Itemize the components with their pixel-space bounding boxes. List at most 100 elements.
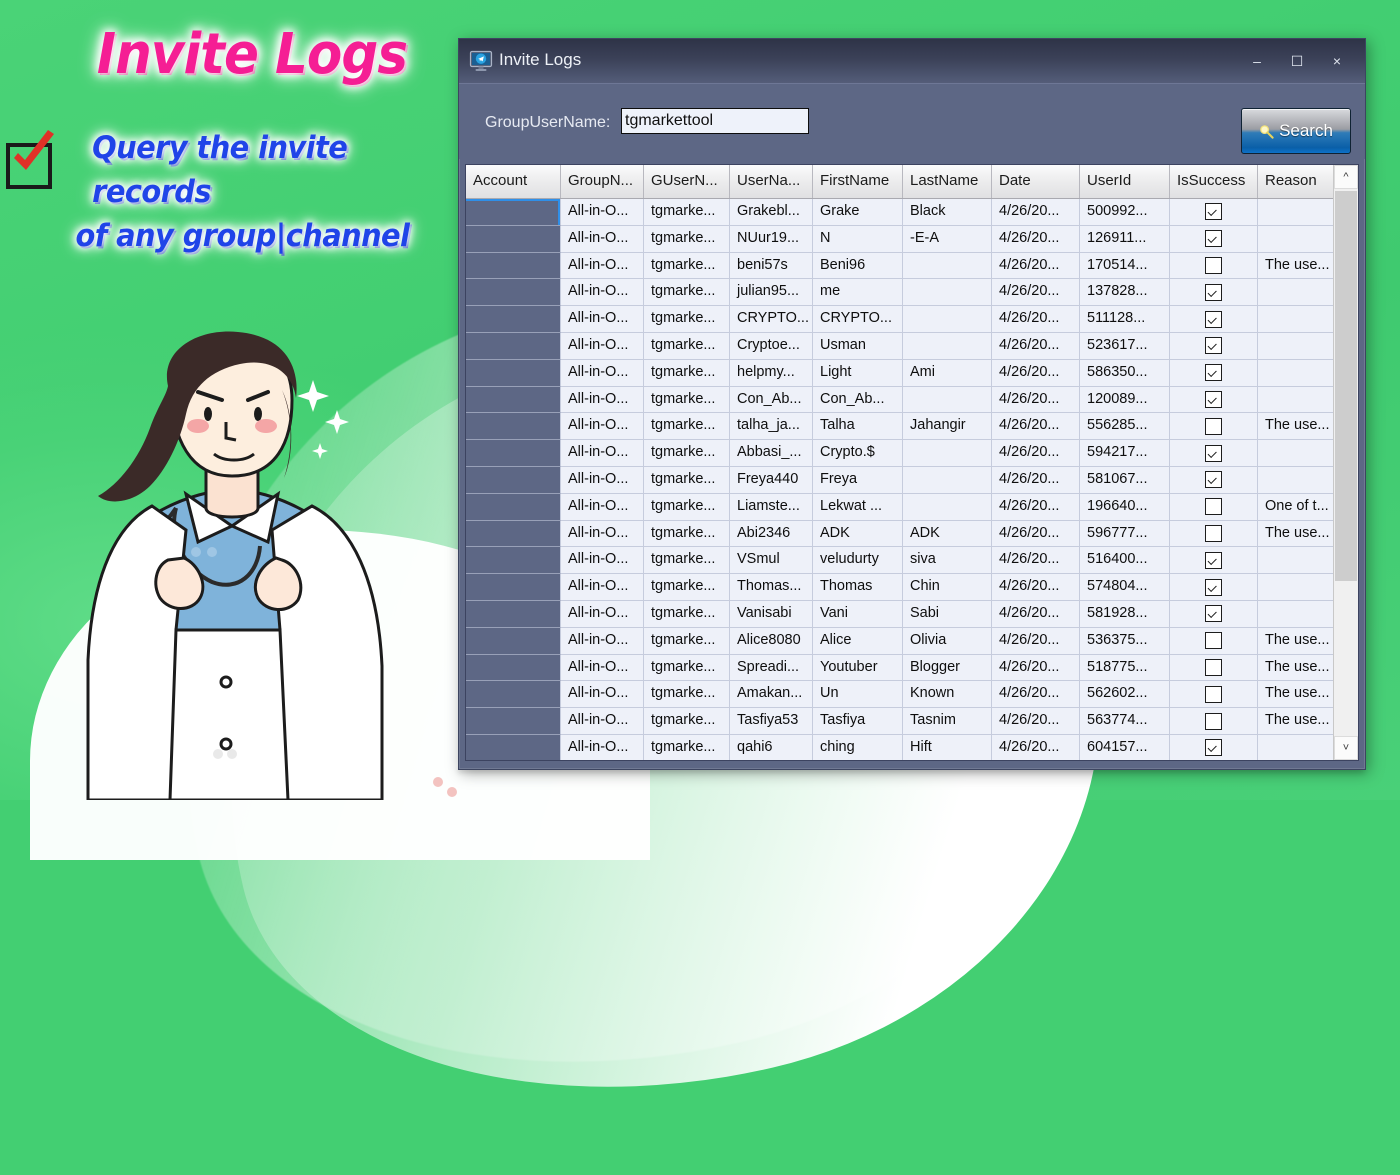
cell-userid[interactable]: 511128... xyxy=(1080,306,1170,333)
cell-issuccess[interactable] xyxy=(1170,225,1258,253)
cell-gusername[interactable]: tgmarke... xyxy=(644,520,730,548)
cell-date[interactable]: 4/26/20... xyxy=(992,386,1080,414)
checkbox-checked-icon[interactable] xyxy=(1205,578,1222,596)
cell-userid[interactable]: 594217... xyxy=(1080,440,1170,467)
minimize-button[interactable]: – xyxy=(1239,47,1275,75)
cell-firstname[interactable]: Crypto.$ xyxy=(813,440,903,467)
cell-account[interactable] xyxy=(466,627,561,655)
cell-groupname[interactable]: All-in-O... xyxy=(561,520,644,548)
cell-username[interactable]: helpmy... xyxy=(730,359,813,387)
cell-firstname[interactable]: Grake xyxy=(813,199,903,226)
cell-account[interactable] xyxy=(466,386,561,414)
cell-groupname[interactable]: All-in-O... xyxy=(561,600,644,628)
cell-username[interactable]: Tasfiya53 xyxy=(730,708,813,735)
cell-userid[interactable]: 170514... xyxy=(1080,252,1170,280)
cell-lastname[interactable] xyxy=(903,466,992,494)
column-header-account[interactable]: Account xyxy=(466,165,561,198)
table-row[interactable]: All-in-O... tgmarke... Abbasi_... Crypto.$ 4… xyxy=(466,440,1358,467)
cell-username[interactable]: CRYPTO... xyxy=(730,306,813,333)
cell-groupname[interactable]: All-in-O... xyxy=(561,654,644,682)
grid-body[interactable]: All-in-O... tgmarke... Grakebl... Grake Blac… xyxy=(466,199,1358,760)
checkbox-unchecked-icon[interactable] xyxy=(1205,712,1222,730)
cell-gusername[interactable]: tgmarke... xyxy=(644,199,730,226)
cell-firstname[interactable]: Lekwat ... xyxy=(813,493,903,521)
cell-issuccess[interactable] xyxy=(1170,734,1258,760)
cell-date[interactable]: 4/26/20... xyxy=(992,225,1080,253)
cell-lastname[interactable]: Black xyxy=(903,199,992,226)
cell-username[interactable]: Spreadi... xyxy=(730,654,813,682)
cell-gusername[interactable]: tgmarke... xyxy=(644,734,730,760)
cell-groupname[interactable]: All-in-O... xyxy=(561,413,644,441)
cell-userid[interactable]: 120089... xyxy=(1080,386,1170,414)
column-header-lastname[interactable]: LastName xyxy=(903,165,992,198)
cell-userid[interactable]: 523617... xyxy=(1080,332,1170,360)
cell-username[interactable]: Abi2346 xyxy=(730,520,813,548)
cell-firstname[interactable]: Light xyxy=(813,359,903,387)
cell-groupname[interactable]: All-in-O... xyxy=(561,252,644,280)
checkbox-unchecked-icon[interactable] xyxy=(1205,685,1222,703)
cell-gusername[interactable]: tgmarke... xyxy=(644,574,730,601)
cell-account[interactable] xyxy=(466,279,561,307)
cell-username[interactable]: Cryptoe... xyxy=(730,332,813,360)
cell-lastname[interactable]: Known xyxy=(903,681,992,709)
cell-gusername[interactable]: tgmarke... xyxy=(644,252,730,280)
cell-lastname[interactable]: Jahangir xyxy=(903,413,992,441)
cell-issuccess[interactable] xyxy=(1170,681,1258,709)
cell-lastname[interactable]: Ami xyxy=(903,359,992,387)
cell-groupname[interactable]: All-in-O... xyxy=(561,306,644,333)
cell-username[interactable]: Alice8080 xyxy=(730,627,813,655)
cell-groupname[interactable]: All-in-O... xyxy=(561,547,644,575)
cell-lastname[interactable]: Chin xyxy=(903,574,992,601)
column-header-userid[interactable]: UserId xyxy=(1080,165,1170,198)
cell-date[interactable]: 4/26/20... xyxy=(992,466,1080,494)
cell-groupname[interactable]: All-in-O... xyxy=(561,386,644,414)
cell-issuccess[interactable] xyxy=(1170,466,1258,494)
cell-firstname[interactable]: Youtuber xyxy=(813,654,903,682)
cell-lastname[interactable]: Olivia xyxy=(903,627,992,655)
cell-date[interactable]: 4/26/20... xyxy=(992,493,1080,521)
cell-username[interactable]: Liamste... xyxy=(730,493,813,521)
cell-date[interactable]: 4/26/20... xyxy=(992,708,1080,735)
cell-firstname[interactable]: Vani xyxy=(813,600,903,628)
close-button[interactable]: × xyxy=(1319,47,1355,75)
cell-groupname[interactable]: All-in-O... xyxy=(561,493,644,521)
table-row[interactable]: All-in-O... tgmarke... talha_ja... Talha Jah… xyxy=(466,413,1358,441)
cell-lastname[interactable]: siva xyxy=(903,547,992,575)
cell-userid[interactable]: 516400... xyxy=(1080,547,1170,575)
cell-gusername[interactable]: tgmarke... xyxy=(644,440,730,467)
table-row[interactable]: All-in-O... tgmarke... beni57s Beni96 4/26/2… xyxy=(466,252,1358,280)
cell-userid[interactable]: 562602... xyxy=(1080,681,1170,709)
cell-userid[interactable]: 581067... xyxy=(1080,466,1170,494)
cell-firstname[interactable]: Freya xyxy=(813,466,903,494)
checkbox-checked-icon[interactable] xyxy=(1205,310,1222,328)
cell-username[interactable]: Freya440 xyxy=(730,466,813,494)
cell-account[interactable] xyxy=(466,359,561,387)
cell-gusername[interactable]: tgmarke... xyxy=(644,413,730,441)
cell-groupname[interactable]: All-in-O... xyxy=(561,199,644,226)
cell-issuccess[interactable] xyxy=(1170,413,1258,441)
cell-gusername[interactable]: tgmarke... xyxy=(644,627,730,655)
cell-userid[interactable]: 604157... xyxy=(1080,734,1170,760)
column-header-gusername[interactable]: GUserN... xyxy=(644,165,730,198)
cell-lastname[interactable]: Blogger xyxy=(903,654,992,682)
cell-gusername[interactable]: tgmarke... xyxy=(644,600,730,628)
cell-account[interactable] xyxy=(466,413,561,441)
cell-lastname[interactable]: Sabi xyxy=(903,600,992,628)
cell-issuccess[interactable] xyxy=(1170,279,1258,307)
cell-date[interactable]: 4/26/20... xyxy=(992,520,1080,548)
cell-gusername[interactable]: tgmarke... xyxy=(644,306,730,333)
table-row[interactable]: All-in-O... tgmarke... Vanisabi Vani Sabi 4/2… xyxy=(466,600,1358,628)
scrollbar-thumb[interactable] xyxy=(1335,191,1357,581)
group-username-input[interactable] xyxy=(621,108,809,134)
cell-issuccess[interactable] xyxy=(1170,600,1258,628)
table-row[interactable]: All-in-O... tgmarke... NUur19... N -E-A 4/26/… xyxy=(466,225,1358,253)
cell-gusername[interactable]: tgmarke... xyxy=(644,654,730,682)
cell-gusername[interactable]: tgmarke... xyxy=(644,493,730,521)
cell-userid[interactable]: 596777... xyxy=(1080,520,1170,548)
cell-date[interactable]: 4/26/20... xyxy=(992,440,1080,467)
checkbox-checked-icon[interactable] xyxy=(1205,203,1222,221)
cell-userid[interactable]: 126911... xyxy=(1080,225,1170,253)
cell-lastname[interactable] xyxy=(903,493,992,521)
checkbox-checked-icon[interactable] xyxy=(1205,337,1222,355)
cell-date[interactable]: 4/26/20... xyxy=(992,252,1080,280)
